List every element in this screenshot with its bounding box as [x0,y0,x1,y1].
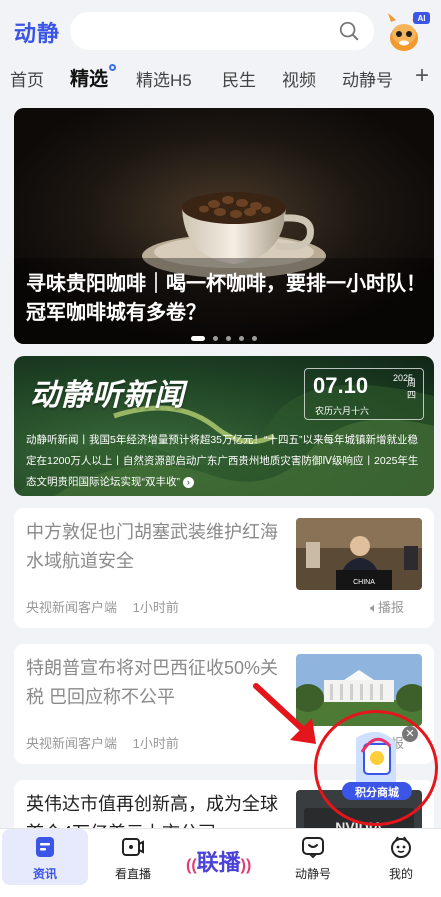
carousel-dot-active [191,336,205,341]
chevron-right-icon[interactable]: › [182,476,194,488]
featured-banner[interactable]: 寻味贵阳咖啡｜喝一杯咖啡，要排一小时队！冠军咖啡城有多卷？ [14,108,434,344]
tab-featured-label: 精选 [70,69,109,90]
dongjing-hao-icon [302,837,324,859]
nav-profile[interactable]: 我的 [358,829,441,885]
date-value: 07.10 [313,373,369,398]
weekday-value: 周四 [407,378,417,400]
news-icon [36,837,54,857]
news-meta: 央视新闻客户端 1小时前 [26,597,179,616]
carousel-dot [226,336,231,341]
listen-news-card[interactable]: 动静听新闻 07.10 农历六月十六 2025 周四 动静听新闻丨我国5年经济增… [14,356,434,496]
nav-broadcast-label: 联播 [196,850,241,875]
points-mall-label: 积分商城 [355,787,399,799]
news-title: 特朗普宣布将对巴西征收50%关税 巴回应称不公平 [26,658,279,707]
broadcast-label: 播报 [377,600,404,615]
broadcast-button[interactable]: 🔈︎播报 [370,597,404,616]
news-meta: 央视新闻客户端 1小时前 [26,733,179,752]
search-input[interactable] [70,12,374,50]
points-mall-float[interactable]: 积分商城 [338,728,416,814]
tab-livelihood[interactable]: 民生 [222,66,256,91]
ai-assistant-icon[interactable]: AI [382,10,430,54]
bottom-nav: 资讯 看直播 ((联播)) 动静号 我的 [0,828,441,897]
listen-news-title: 动静听新闻 [30,379,185,412]
annotation-arrow-icon [253,683,316,744]
add-channel-icon[interactable]: + [415,62,429,90]
new-indicator-icon [109,64,117,71]
nav-live[interactable]: 看直播 [90,829,176,885]
banner-title: 寻味贵阳咖啡｜喝一杯咖啡，要排一小时队！冠军咖啡城有多卷？ [26,273,426,324]
search-icon[interactable] [338,20,360,42]
nav-broadcast[interactable]: ((联播)) [186,845,251,877]
nav-live-label: 看直播 [114,867,151,881]
svg-text:CHINA: CHINA [353,579,375,586]
lunar-date: 农历六月十六 [315,406,370,416]
date-display: 07.10 农历六月十六 2025 周四 [304,368,424,420]
channel-tabs: 首页 精选 精选H5 民生 视频 动静号 + [0,58,441,98]
news-item[interactable]: 中方敦促也门胡塞武装维护红海水域航道安全 CHINA 央视新闻客户端 1小时前 … [14,508,434,628]
nav-dongjing-hao-label: 动静号 [294,867,331,881]
tab-video[interactable]: 视频 [282,66,316,91]
carousel-dot [213,336,218,341]
tab-home[interactable]: 首页 [10,66,44,91]
listen-news-summary-text: 动静听新闻丨我国5年经济增量预计将超35万亿元！“十四五”以来每年城镇新增就业稳… [26,434,419,488]
speaker-icon: 🔈︎ [370,600,378,615]
live-tv-icon [122,838,144,856]
wave-left-icon: (( [186,857,197,874]
news-title: 中方敦促也门胡塞武装维护红海水域航道安全 [26,522,278,571]
tab-featured[interactable]: 精选 [70,64,117,91]
carousel-indicator [14,328,434,344]
news-time: 1小时前 [132,736,179,751]
wave-right-icon: )) [240,857,252,874]
close-icon[interactable]: ✕ [402,726,418,742]
news-thumbnail: CHINA [296,518,422,590]
carousel-dot [239,336,244,341]
nav-dongjing-hao[interactable]: 动静号 [270,829,356,885]
carousel-dot [252,336,257,341]
app-logo[interactable]: 动静 [14,16,60,48]
news-time: 1小时前 [132,600,179,615]
nav-profile-label: 我的 [388,867,413,881]
tab-featured-h5[interactable]: 精选H5 [136,66,192,91]
news-source: 央视新闻客户端 [26,600,118,615]
year-value: 2025 [393,373,414,383]
profile-icon [391,836,411,858]
header: 动静 AI [0,0,441,58]
listen-news-summary: 动静听新闻丨我国5年经济增量预计将超35万亿元！“十四五”以来每年城镇新增就业稳… [26,430,426,493]
tab-dongjing-hao[interactable]: 动静号 [342,66,393,91]
nav-news-label: 资讯 [32,867,57,881]
ai-badge: AI [418,14,426,23]
news-source: 央视新闻客户端 [26,736,118,751]
nav-news[interactable]: 资讯 [2,829,88,885]
